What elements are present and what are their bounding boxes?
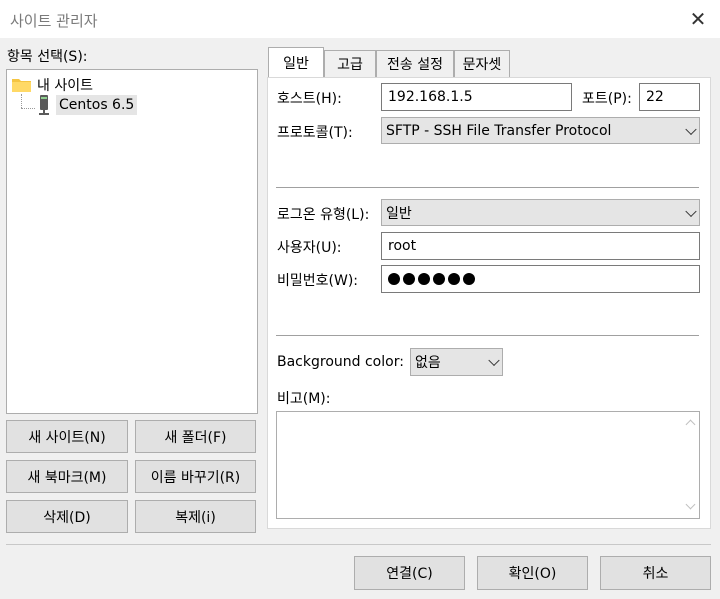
tree-line	[21, 94, 23, 108]
background-color-label: Background color:	[277, 354, 404, 370]
password-dot	[433, 273, 445, 285]
close-icon[interactable]: ✕	[686, 7, 710, 31]
password-dot	[403, 273, 415, 285]
chevron-down-icon	[685, 123, 697, 135]
comments-scrollbar[interactable]	[682, 412, 699, 518]
user-label: 사용자(U):	[277, 240, 342, 256]
new-site-button[interactable]: 새 사이트(N)	[6, 420, 128, 453]
protocol-select-value: SFTP - SSH File Transfer Protocol	[386, 122, 612, 139]
scroll-down-icon[interactable]	[685, 499, 696, 510]
logon-type-label: 로그온 유형(L):	[277, 207, 370, 223]
divider	[276, 335, 699, 336]
cancel-button[interactable]: 취소	[600, 556, 711, 590]
rename-button[interactable]: 이름 바꾸기(R)	[135, 460, 256, 493]
connect-button[interactable]: 연결(C)	[354, 556, 465, 590]
password-input[interactable]	[381, 265, 700, 293]
ok-button[interactable]: 확인(O)	[477, 556, 588, 590]
host-label: 호스트(H):	[277, 91, 342, 107]
duplicate-button[interactable]: 복제(i)	[135, 500, 256, 533]
logon-type-select-value: 일반	[386, 205, 412, 222]
tree-folder-my-sites[interactable]: 내 사이트	[37, 75, 93, 95]
user-input[interactable]: root	[381, 232, 700, 260]
password-mask	[388, 273, 478, 285]
tree-site-item[interactable]: Centos 6.5	[56, 95, 138, 115]
server-icon	[39, 95, 49, 115]
comments-textarea[interactable]	[276, 411, 700, 519]
title-bar	[0, 0, 720, 38]
divider	[276, 187, 699, 188]
background-color-select[interactable]: 없음	[410, 348, 503, 376]
folder-icon	[12, 77, 31, 92]
background-color-select-value: 없음	[415, 355, 441, 371]
site-tree[interactable]: 내 사이트 Centos 6.5	[6, 69, 258, 414]
tab-general[interactable]: 일반	[268, 47, 324, 78]
tab-charset[interactable]: 문자셋	[454, 50, 510, 77]
password-label: 비밀번호(W):	[277, 273, 359, 289]
chevron-down-icon	[488, 354, 500, 367]
port-input[interactable]: 22	[639, 83, 700, 111]
host-input[interactable]: 192.168.1.5	[381, 83, 572, 111]
password-dot	[388, 273, 400, 285]
comments-label: 비고(M):	[277, 391, 331, 407]
protocol-select[interactable]: SFTP - SSH File Transfer Protocol	[381, 117, 700, 144]
new-bookmark-button[interactable]: 새 북마크(M)	[6, 460, 128, 493]
delete-button[interactable]: 삭제(D)	[6, 500, 128, 533]
protocol-label: 프로토콜(T):	[277, 125, 353, 141]
port-label: 포트(P):	[582, 91, 632, 107]
logon-type-select[interactable]: 일반	[381, 199, 700, 226]
window-title: 사이트 관리자	[10, 12, 98, 30]
password-dot	[463, 273, 475, 285]
select-entry-label: 항목 선택(S):	[7, 49, 88, 65]
footer-divider	[6, 544, 711, 545]
chevron-down-icon	[685, 205, 697, 217]
tab-transfer-settings[interactable]: 전송 설정	[376, 50, 454, 77]
tab-advanced[interactable]: 고급	[324, 50, 376, 77]
password-dot	[448, 273, 460, 285]
password-dot	[418, 273, 430, 285]
tree-line	[21, 108, 35, 110]
scroll-up-icon[interactable]	[685, 419, 696, 430]
new-folder-button[interactable]: 새 폴더(F)	[135, 420, 256, 453]
